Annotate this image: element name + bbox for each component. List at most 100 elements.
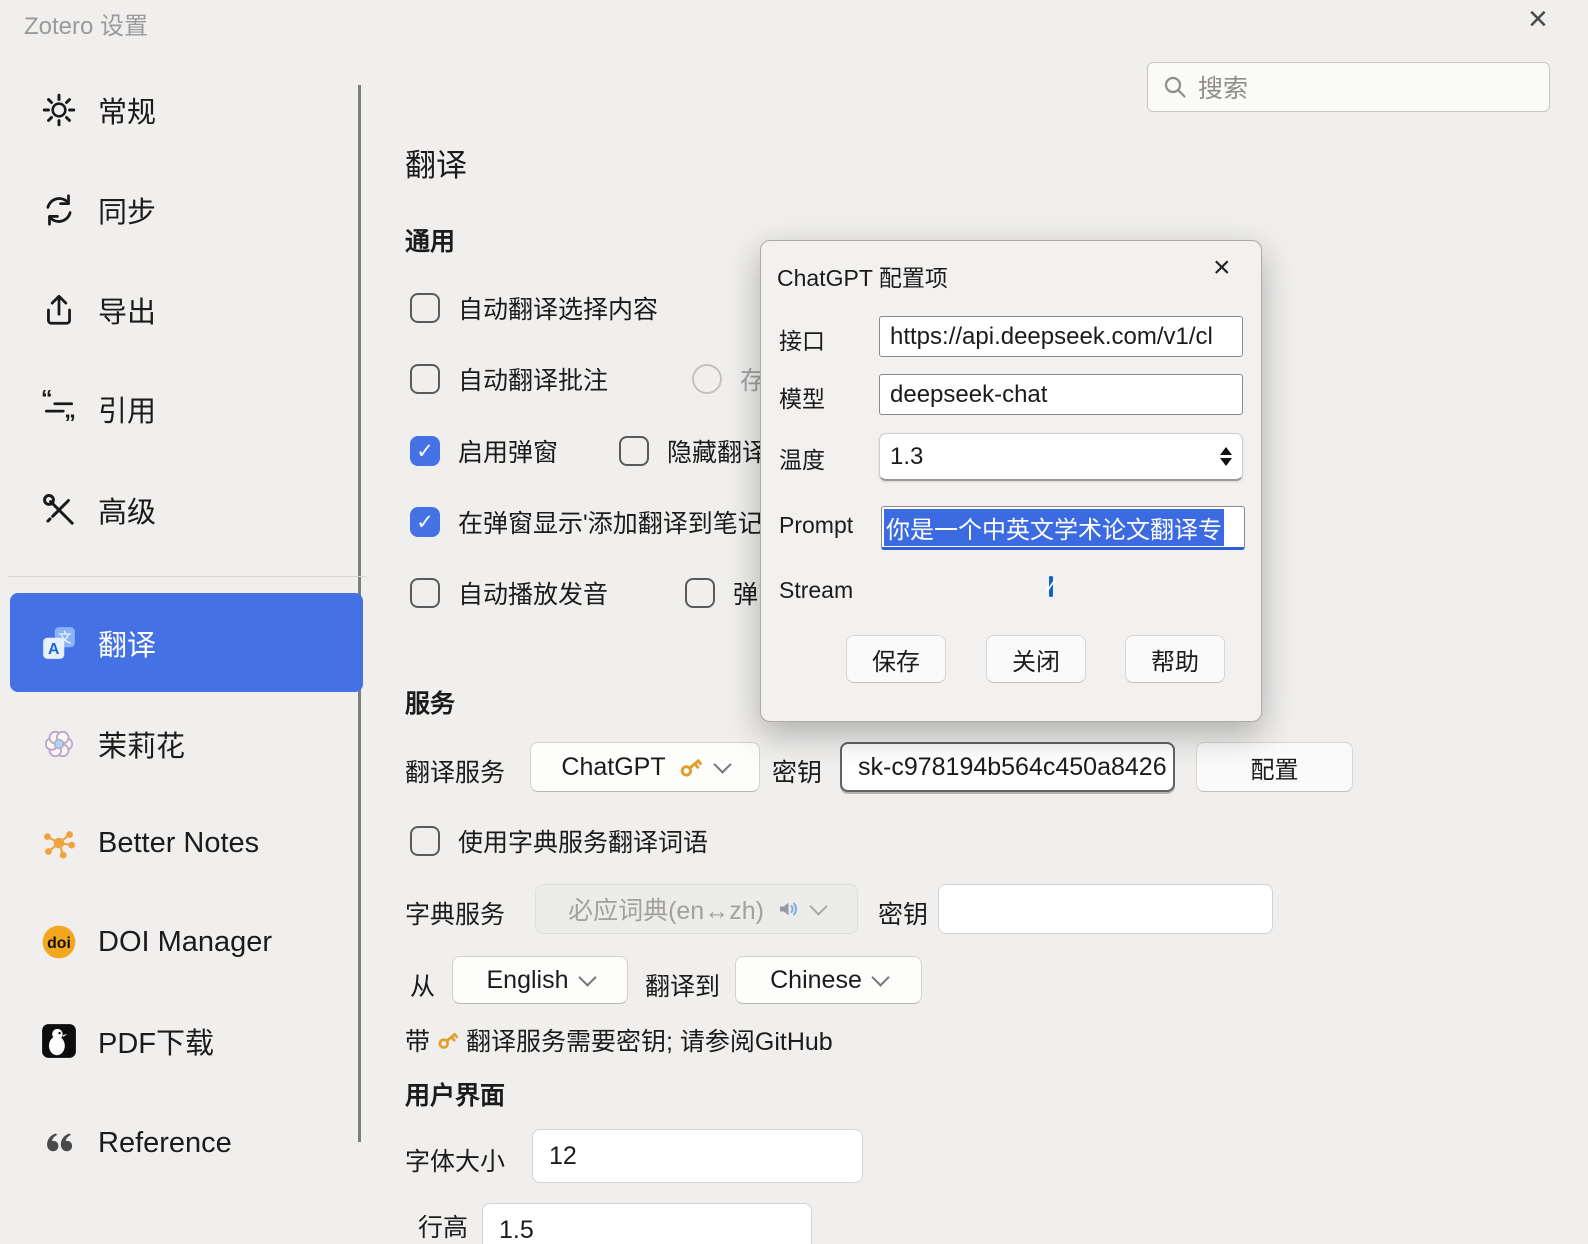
- option-row: 在弹窗显示'添加翻译到笔记: [410, 504, 763, 540]
- sidebar-item-label: PDF下载: [98, 1020, 214, 1062]
- option-row: 自动翻译批注 存在笔: [410, 361, 815, 397]
- window-title: Zotero 设置: [24, 6, 148, 41]
- doi-icon: doi: [40, 923, 78, 961]
- line-height-input[interactable]: 1.5: [482, 1203, 812, 1244]
- option-row: 使用字典服务翻译词语: [410, 823, 708, 859]
- sidebar-item-pdf-download[interactable]: PDF下载: [10, 1002, 363, 1080]
- service-key-label: 密钥: [772, 753, 822, 789]
- chevron-down-icon: [578, 968, 596, 986]
- chatgpt-config-dialog: ChatGPT 配置项 × 接口 https://api.deepseek.co…: [760, 240, 1262, 722]
- font-size-input[interactable]: 12: [532, 1129, 863, 1183]
- dict-key-input[interactable]: [938, 884, 1273, 934]
- from-language-dropdown[interactable]: English: [452, 956, 628, 1004]
- checkbox-label: 自动翻译选择内容: [458, 290, 658, 326]
- option-row: 启用弹窗 隐藏翻译弹: [410, 433, 792, 469]
- to-language-value: Chinese: [770, 966, 862, 995]
- dict-service-dropdown[interactable]: 必应词典(en↔zh): [535, 884, 858, 934]
- sidebar-item-better-notes[interactable]: Better Notes: [10, 804, 363, 882]
- sidebar-item-translate[interactable]: 文 A 翻译: [10, 593, 363, 692]
- sidebar-item-jasmine[interactable]: 茉莉花: [10, 705, 363, 783]
- checkbox-label: 自动播放发音: [458, 575, 608, 611]
- sidebar-separator: [8, 576, 366, 577]
- sidebar-item-doi-manager[interactable]: doi DOI Manager: [10, 903, 363, 981]
- temperature-spinner[interactable]: [1220, 447, 1232, 466]
- prompt-input[interactable]: 你是一个中英文学术论文翻译专: [881, 506, 1245, 550]
- key-required-note: 带 翻译服务需要密钥; 请参阅GitHub: [405, 1022, 833, 1058]
- speaker-icon: [776, 897, 800, 921]
- sidebar-item-label: 高级: [98, 489, 156, 531]
- chevron-down-icon: [713, 755, 731, 773]
- ui-heading: 用户界面: [405, 1076, 505, 1112]
- sidebar-item-label: 同步: [98, 189, 156, 231]
- to-language-dropdown[interactable]: Chinese: [735, 956, 922, 1004]
- sidebar-item-cite[interactable]: “ „ 引用: [10, 370, 363, 448]
- dialog-title: ChatGPT 配置项: [777, 259, 948, 293]
- help-button[interactable]: 帮助: [1125, 635, 1225, 683]
- option-row: 自动播放发音 弹窗中: [410, 575, 808, 611]
- dict-service-value: 必应词典(en↔zh): [568, 891, 764, 927]
- line-height-label: 行高: [418, 1208, 468, 1244]
- reference-icon: [40, 1124, 78, 1162]
- note-suffix: 翻译服务需要密钥; 请参阅GitHub: [466, 1022, 833, 1058]
- popup-option-checkbox[interactable]: [685, 578, 715, 608]
- sidebar-item-export[interactable]: 导出: [10, 271, 363, 349]
- sidebar-item-reference[interactable]: Reference: [10, 1104, 363, 1182]
- annotation-exists-radio[interactable]: [692, 364, 722, 394]
- chevron-down-icon: [809, 897, 827, 915]
- temperature-label: 温度: [779, 441, 825, 475]
- from-label: 从: [410, 967, 435, 1003]
- svg-text:“: “: [41, 390, 53, 411]
- close-button[interactable]: 关闭: [986, 635, 1086, 683]
- hide-popup-checkbox[interactable]: [619, 436, 649, 466]
- note-prefix: 带: [405, 1022, 430, 1058]
- chevron-down-icon: [871, 968, 889, 986]
- translate-icon: 文 A: [40, 624, 78, 662]
- prompt-label: Prompt: [779, 512, 853, 539]
- model-label: 模型: [779, 380, 825, 414]
- flower-icon: [40, 725, 78, 763]
- sidebar-item-label: Better Notes: [98, 827, 259, 860]
- dict-service-label: 字典服务: [405, 895, 505, 931]
- window-close-icon[interactable]: ×: [1528, 2, 1548, 36]
- general-heading: 通用: [405, 222, 455, 258]
- svg-text:„: „: [64, 396, 76, 422]
- zotero-settings-window: Zotero 设置 × 搜索 常规 同步: [0, 0, 1588, 1244]
- key-icon: [678, 754, 704, 780]
- checkbox-label: 自动翻译批注: [458, 361, 608, 397]
- cite-icon: “ „: [40, 390, 78, 428]
- advanced-icon: [40, 491, 78, 529]
- better-notes-icon: [40, 824, 78, 862]
- svg-text:doi: doi: [47, 935, 71, 952]
- configure-button[interactable]: 配置: [1196, 742, 1353, 792]
- sidebar-item-label: 常规: [98, 89, 156, 131]
- stream-checkbox[interactable]: [1049, 576, 1053, 597]
- option-row: 自动翻译选择内容: [410, 290, 658, 326]
- dialog-close-icon[interactable]: ×: [1213, 253, 1231, 283]
- from-language-value: English: [487, 966, 569, 995]
- enable-popup-checkbox[interactable]: [410, 436, 440, 466]
- use-dict-service-checkbox[interactable]: [410, 826, 440, 856]
- pdf-download-icon: [40, 1022, 78, 1060]
- prompt-selected-text: 你是一个中英文学术论文翻译专: [884, 509, 1224, 546]
- api-input[interactable]: https://api.deepseek.com/v1/cl: [879, 316, 1243, 357]
- save-button[interactable]: 保存: [846, 635, 946, 683]
- temperature-input[interactable]: 1.3: [879, 433, 1243, 481]
- sidebar-item-label: 导出: [98, 289, 156, 331]
- auto-translate-annotation-checkbox[interactable]: [410, 364, 440, 394]
- auto-translate-selection-checkbox[interactable]: [410, 293, 440, 323]
- sidebar-item-advanced[interactable]: 高级: [10, 471, 363, 549]
- auto-play-pronunciation-checkbox[interactable]: [410, 578, 440, 608]
- sidebar-item-sync[interactable]: 同步: [10, 171, 363, 249]
- service-key-input[interactable]: sk-c978194b564c450a8426: [840, 742, 1175, 792]
- search-icon: [1162, 74, 1188, 100]
- translate-service-label: 翻译服务: [405, 753, 505, 789]
- show-add-to-note-checkbox[interactable]: [410, 507, 440, 537]
- checkbox-label: 使用字典服务翻译词语: [458, 823, 708, 859]
- translate-service-dropdown[interactable]: ChatGPT: [530, 742, 760, 792]
- sidebar-item-general[interactable]: 常规: [10, 71, 363, 149]
- model-input[interactable]: deepseek-chat: [879, 374, 1243, 415]
- translate-to-label: 翻译到: [645, 967, 720, 1003]
- search-input[interactable]: 搜索: [1147, 62, 1550, 112]
- temperature-value: 1.3: [890, 443, 923, 471]
- key-icon: [436, 1028, 460, 1052]
